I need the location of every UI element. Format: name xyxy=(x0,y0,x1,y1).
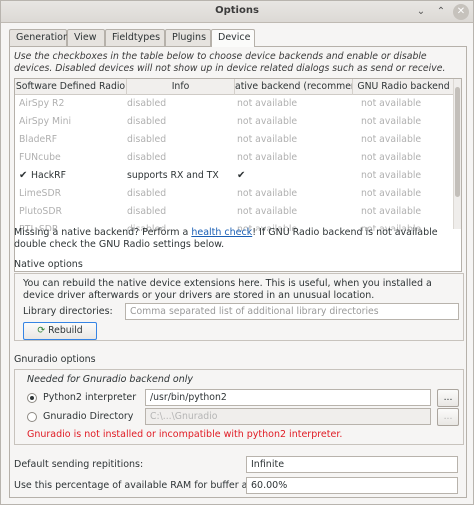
table-row[interactable]: PlutoSDR disabled not available not avai… xyxy=(15,203,455,221)
minimize-icon[interactable]: ⌄ xyxy=(413,4,429,20)
column-header-info[interactable]: Info xyxy=(127,79,235,95)
column-header-gnuradio[interactable]: GNU Radio backend xyxy=(353,79,455,95)
native-backend-note: Missing a native backend? Perform a heal… xyxy=(14,227,464,251)
device-info: disabled xyxy=(127,188,167,199)
tab-view[interactable]: View xyxy=(67,29,105,46)
column-header-sdr[interactable]: Software Defined Radio xyxy=(15,79,127,95)
repetitions-spinbox[interactable]: Infinite xyxy=(246,456,458,473)
tab-device[interactable]: Device xyxy=(211,29,255,47)
gnuradio-backend[interactable]: not available xyxy=(361,131,453,149)
tab-plugins[interactable]: Plugins xyxy=(165,29,211,46)
library-directories-label: Library directories: xyxy=(23,306,113,317)
gnuradio-backend[interactable]: not available xyxy=(361,95,453,113)
native-backend[interactable]: not available xyxy=(237,185,351,203)
device-info: supports RX and TX xyxy=(127,170,219,181)
device-info: disabled xyxy=(127,206,167,217)
python2-radio[interactable] xyxy=(27,393,37,403)
gnuradio-options-title: Gnuradio options xyxy=(14,354,96,365)
gnuradio-needed-note: Needed for Gnuradio backend only xyxy=(27,374,194,385)
python2-label[interactable]: Python2 interpreter xyxy=(43,392,136,403)
native-options-group: You can rebuild the native device extens… xyxy=(14,273,464,341)
native-backend[interactable]: not available xyxy=(237,149,351,167)
table-scrollbar[interactable] xyxy=(453,79,461,229)
python2-path-input[interactable]: /usr/bin/python2 xyxy=(145,389,431,406)
device-info: disabled xyxy=(127,116,167,127)
gnuradio-directory-label[interactable]: Gnuradio Directory xyxy=(43,411,133,422)
ram-spinbox[interactable]: 60.00% xyxy=(246,477,458,494)
gnuradio-backend[interactable]: not available xyxy=(361,167,453,185)
device-panel: Use the checkboxes in the table below to… xyxy=(9,46,467,498)
tab-fieldtypes[interactable]: Fieldtypes xyxy=(105,29,165,46)
table-row[interactable]: BladeRF disabled not available not avail… xyxy=(15,131,455,149)
table-row[interactable]: ✔ HackRF supports RX and TX ✔ not availa… xyxy=(15,167,455,185)
maximize-icon[interactable]: ⌃ xyxy=(433,4,449,20)
device-info: disabled xyxy=(127,152,167,163)
gnuradio-directory-input: C:\...\Gnuradio xyxy=(145,408,431,425)
native-backend[interactable]: not available xyxy=(237,113,351,131)
device-enabled-checkbox[interactable]: ✔ xyxy=(19,167,29,185)
device-name: BladeRF xyxy=(19,134,58,145)
native-options-description: You can rebuild the native device extens… xyxy=(23,278,432,301)
table-row[interactable]: LimeSDR disabled not available not avail… xyxy=(15,185,455,203)
device-name: PlutoSDR xyxy=(19,206,62,217)
options-window: Options ⌄ ⌃ ✕ Generation View Fieldtypes… xyxy=(0,0,474,505)
scrollbar-thumb[interactable] xyxy=(455,87,460,197)
table-row[interactable]: AirSpy R2 disabled not available not ava… xyxy=(15,95,455,113)
device-info: disabled xyxy=(127,98,167,109)
ram-row: Use this percentage of available RAM for… xyxy=(14,476,464,496)
repetitions-label: Default sending repititions: xyxy=(14,459,144,470)
device-name: LimeSDR xyxy=(19,188,62,199)
gnuradio-options-group: Needed for Gnuradio backend only Python2… xyxy=(14,369,464,445)
native-backend[interactable]: not available xyxy=(237,203,351,221)
gnuradio-directory-browse-button: ... xyxy=(437,408,459,426)
column-header-native[interactable]: ative backend (recommende xyxy=(235,79,353,95)
title-bar: Options ⌄ ⌃ ✕ xyxy=(1,1,473,23)
native-backend[interactable]: not available xyxy=(237,95,351,113)
device-intro-text: Use the checkboxes in the table below to… xyxy=(14,51,446,74)
window-title: Options xyxy=(215,5,259,16)
gnuradio-backend[interactable]: not available xyxy=(361,149,453,167)
repetitions-row: Default sending repititions: Infinite xyxy=(14,455,464,475)
tab-generation[interactable]: Generation xyxy=(9,29,69,46)
gnuradio-backend[interactable]: not available xyxy=(361,113,453,131)
python2-browse-button[interactable]: ... xyxy=(437,389,459,407)
note-text: Missing a native backend? Perform a xyxy=(14,227,192,238)
device-name: HackRF xyxy=(31,170,66,181)
device-name: AirSpy R2 xyxy=(19,98,65,109)
health-check-link[interactable]: health check xyxy=(191,227,252,238)
native-options-title: Native options xyxy=(14,259,83,270)
gnuradio-error-message: Gnuradio is not installed or incompatibl… xyxy=(27,429,343,440)
close-icon[interactable]: ✕ xyxy=(453,4,469,20)
device-name: FUNcube xyxy=(19,152,61,163)
gnuradio-directory-radio[interactable] xyxy=(27,412,37,422)
gnuradio-backend[interactable]: not available xyxy=(361,203,453,221)
device-name: AirSpy Mini xyxy=(19,116,72,127)
refresh-icon: ⟳ xyxy=(37,325,49,336)
native-backend-checkbox[interactable]: ✔ xyxy=(237,167,351,185)
rebuild-label: Rebuild xyxy=(48,325,83,336)
library-directories-input[interactable]: Comma separated list of additional libra… xyxy=(125,303,459,320)
native-backend[interactable]: not available xyxy=(237,131,351,149)
table-row[interactable]: FUNcube disabled not available not avail… xyxy=(15,149,455,167)
device-info: disabled xyxy=(127,134,167,145)
gnuradio-backend[interactable]: not available xyxy=(361,185,453,203)
table-header: Software Defined Radio Info ative backen… xyxy=(15,79,455,95)
table-row[interactable]: AirSpy Mini disabled not available not a… xyxy=(15,113,455,131)
rebuild-button[interactable]: ⟳ Rebuild xyxy=(23,322,97,340)
